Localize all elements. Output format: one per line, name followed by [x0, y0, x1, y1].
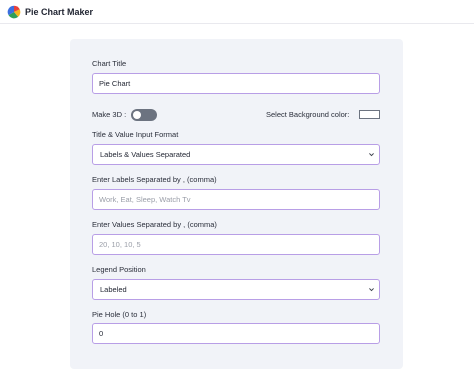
labels-input[interactable]: [92, 189, 380, 210]
chevron-down-icon: [369, 288, 374, 292]
input-format-label: Title & Value Input Format: [92, 130, 179, 139]
toggle-knob: [133, 111, 141, 119]
pie-hole-input[interactable]: [92, 323, 380, 344]
pie-hole-label: Pie Hole (0 to 1): [92, 310, 147, 319]
chevron-down-icon: [369, 153, 374, 157]
legend-position-label: Legend Position: [92, 265, 146, 274]
legend-position-selected: Labeled: [100, 285, 127, 294]
labels-field-label: Enter Labels Separated by , (comma): [92, 175, 217, 184]
pie-chart-logo-icon: [7, 5, 21, 18]
chart-title-label: Chart Title: [92, 59, 127, 68]
app-title: Pie Chart Maker: [25, 6, 94, 17]
input-format-select[interactable]: Labels & Values Separated: [92, 144, 380, 165]
make-3d-toggle[interactable]: [131, 109, 157, 121]
background-color-picker[interactable]: [359, 110, 380, 119]
input-format-selected: Labels & Values Separated: [100, 150, 191, 159]
chart-title-input[interactable]: [92, 73, 380, 94]
make-3d-label: Make 3D :: [92, 110, 127, 119]
brand-link[interactable]: Pie Chart Maker: [7, 5, 93, 19]
background-color-label: Select Background color:: [266, 110, 350, 119]
values-field-label: Enter Values Separated by , (comma): [92, 220, 217, 229]
legend-position-select[interactable]: Labeled: [92, 279, 380, 300]
values-input[interactable]: [92, 234, 380, 255]
top-nav-bar: Pie Chart Maker: [0, 0, 474, 24]
